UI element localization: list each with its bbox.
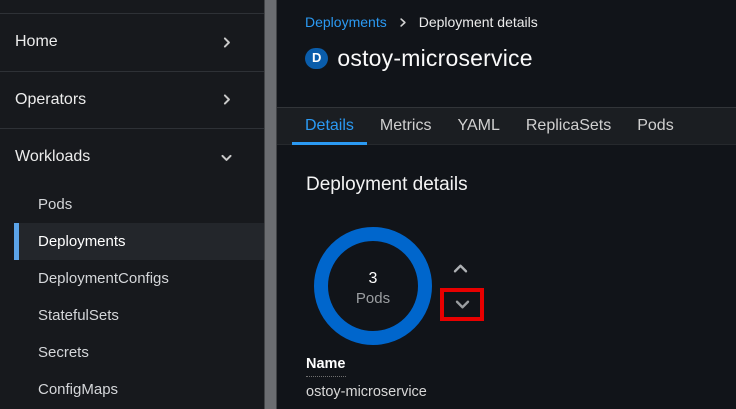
tab-bar: Details Metrics YAML ReplicaSets Pods: [277, 107, 736, 145]
breadcrumb-link-deployments[interactable]: Deployments: [305, 14, 387, 30]
page-title: ostoy-microservice: [337, 45, 532, 72]
section-title: Deployment details: [306, 174, 468, 196]
breadcrumb-current: Deployment details: [419, 14, 538, 30]
sidebar-item-configmaps[interactable]: ConfigMaps: [0, 371, 264, 408]
tab-details[interactable]: Details: [292, 108, 367, 144]
sidebar-item-operators[interactable]: Operators: [0, 71, 264, 129]
sidebar-item-home[interactable]: Home: [0, 13, 264, 71]
sidebar-item-label: Operators: [15, 91, 86, 109]
pods-donut-chart: 3 Pods: [313, 226, 433, 346]
scale-up-button[interactable]: [445, 255, 475, 281]
sidebar-item-label: Workloads: [15, 148, 90, 166]
sidebar-nav: Home Operators Workloads Pods Deployment…: [0, 0, 264, 409]
sidebar-item-deploymentconfigs[interactable]: DeploymentConfigs: [0, 260, 264, 297]
sidebar-item-label: Home: [15, 33, 58, 51]
field-value-name: ostoy-microservice: [306, 384, 427, 400]
breadcrumb: Deployments Deployment details: [305, 14, 538, 30]
main-content: Deployments Deployment details D ostoy-m…: [277, 0, 736, 409]
workloads-subnav: Pods Deployments DeploymentConfigs State…: [0, 186, 264, 408]
chevron-right-icon: [220, 36, 233, 49]
highlight-box: [440, 288, 484, 321]
chevron-up-icon: [453, 263, 468, 274]
deployment-resource-badge: D: [305, 48, 328, 69]
page-title-row: D ostoy-microservice: [305, 45, 533, 72]
chevron-down-icon: [455, 299, 470, 310]
tab-replicasets[interactable]: ReplicaSets: [513, 108, 624, 144]
chevron-down-icon: [220, 151, 233, 164]
sidebar-item-pods[interactable]: Pods: [0, 186, 264, 223]
tab-pods[interactable]: Pods: [624, 108, 686, 144]
sidebar-scrollbar[interactable]: [264, 0, 277, 409]
field-label-name: Name: [306, 356, 346, 377]
sidebar-item-statefulsets[interactable]: StatefulSets: [0, 297, 264, 334]
sidebar-item-workloads[interactable]: Workloads: [0, 128, 264, 186]
tab-yaml[interactable]: YAML: [444, 108, 512, 144]
chevron-right-icon: [220, 93, 233, 106]
donut-label: Pods: [356, 290, 390, 307]
sidebar-item-secrets[interactable]: Secrets: [0, 334, 264, 371]
donut-value: 3: [369, 270, 378, 287]
tab-metrics[interactable]: Metrics: [367, 108, 445, 144]
breadcrumb-separator-icon: [398, 17, 408, 28]
sidebar-item-deployments[interactable]: Deployments: [14, 223, 264, 260]
scale-down-button[interactable]: [447, 292, 477, 318]
